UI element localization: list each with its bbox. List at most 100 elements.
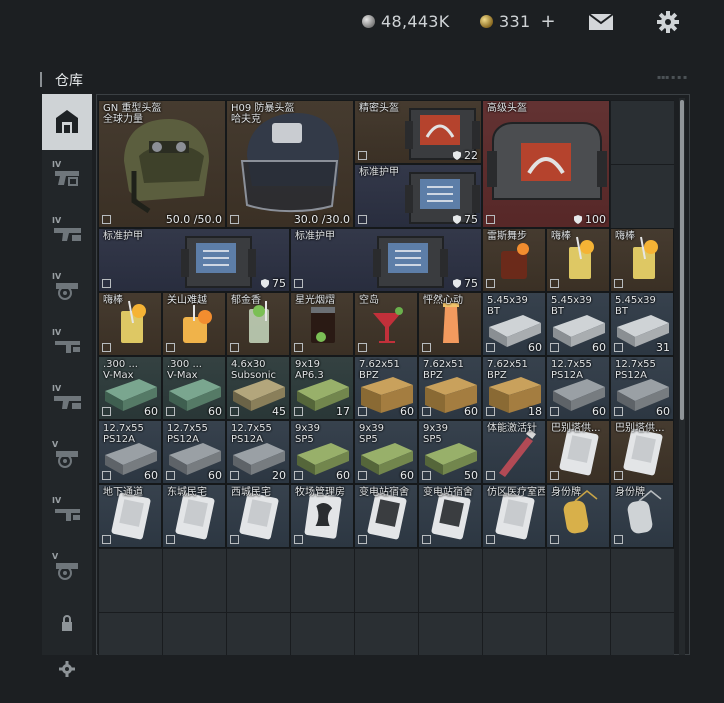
inventory-item[interactable]: 怦然心动: [418, 292, 482, 356]
inventory-item[interactable]: 5.45x39 BT 60: [482, 292, 546, 356]
inventory-item[interactable]: 嗨棒: [98, 292, 162, 356]
item-name: 高级头盔: [487, 103, 527, 114]
item-name: 郁金香: [231, 295, 261, 306]
sidebar-tab-5[interactable]: IV: [42, 375, 92, 431]
inventory-item[interactable]: H09 防暴头盔 哈夫克 30.0 /30.0: [226, 100, 354, 228]
item-name: H09 防暴头盔 哈夫克: [231, 103, 295, 125]
item-name: 4.6x30 Subsonic: [231, 359, 276, 381]
item-count: 60: [400, 405, 414, 418]
scrollbar-thumb[interactable]: [680, 100, 684, 420]
smg-icon: [53, 333, 83, 363]
item-name: 5.45x39 BT: [615, 295, 656, 317]
gear-icon[interactable]: [654, 9, 682, 35]
inventory-item[interactable]: .300 ... V-Max 60: [162, 356, 226, 420]
inventory-item[interactable]: 身份牌: [546, 484, 610, 548]
inventory-item[interactable]: 7.62x51 BPZ 18: [482, 356, 546, 420]
inventory-item[interactable]: 标准护甲 75: [98, 228, 290, 292]
inventory-item[interactable]: 西城民宅: [226, 484, 290, 548]
gold-coin-icon: [480, 14, 493, 28]
inventory-item[interactable]: 4.6x30 Subsonic 45: [226, 356, 290, 420]
inventory-item[interactable]: 12.7x55 PS12A 60: [610, 356, 674, 420]
inventory-item[interactable]: 郁金香: [226, 292, 290, 356]
sidebar-tab-1[interactable]: IV: [42, 151, 92, 207]
inventory-item[interactable]: 关山难越: [162, 292, 226, 356]
shield-icon: [261, 279, 269, 288]
inventory-item[interactable]: 12.7x55 PS12A 20: [226, 420, 290, 484]
sidebar-tab-6[interactable]: V: [42, 431, 92, 487]
mail-icon[interactable]: [587, 9, 615, 35]
inventory-item[interactable]: 嗨棒: [546, 228, 610, 292]
inventory-item[interactable]: 7.62x51 BPZ 60: [418, 356, 482, 420]
tab-tier-label: IV: [52, 216, 62, 225]
inventory-item[interactable]: 东城民宅: [162, 484, 226, 548]
inventory-item[interactable]: 体能激活针: [482, 420, 546, 484]
inventory-item[interactable]: 7.62x51 BPZ 60: [354, 356, 418, 420]
sidebar-tab-8[interactable]: V: [42, 543, 92, 599]
inventory-item[interactable]: 空岛: [354, 292, 418, 356]
inventory-item[interactable]: 5.45x39 BT 31: [610, 292, 674, 356]
inventory-item[interactable]: 嗨棒: [610, 228, 674, 292]
item-count: 50.0 /50.0: [166, 213, 222, 226]
inventory-item[interactable]: 9x19 AP6.3 17: [290, 356, 354, 420]
inventory-item[interactable]: 12.7x55 PS12A 60: [546, 356, 610, 420]
inventory-item[interactable]: 12.7x55 PS12A 60: [98, 420, 162, 484]
sidebar-tab-3[interactable]: IV: [42, 263, 92, 319]
page-title: 仓库: [55, 73, 83, 89]
item-count: 30.0 /30.0: [294, 213, 350, 226]
item-count: 31: [656, 341, 670, 354]
item-count: 60: [144, 405, 158, 418]
inventory-item[interactable]: 牧场管理房: [290, 484, 354, 548]
rifle-icon: [53, 221, 83, 251]
inventory-item[interactable]: 12.7x55 PS12A 60: [162, 420, 226, 484]
inventory-item[interactable]: 9x39 SP5 60: [290, 420, 354, 484]
bind-icon: [230, 471, 239, 480]
inventory-item[interactable]: 巴别塔供...: [610, 420, 674, 484]
add-coins-button[interactable]: +: [540, 11, 555, 32]
inventory-item[interactable]: 身份牌: [610, 484, 674, 548]
inventory-item[interactable]: .300 ... V-Max 60: [98, 356, 162, 420]
bind-icon: [486, 215, 495, 224]
inventory-item[interactable]: GN 重型头盔 全球力量 50.0 /50.0: [98, 100, 226, 228]
tab-tier-label: IV: [52, 272, 62, 281]
item-name: 7.62x51 BPZ: [487, 359, 528, 381]
inventory-item[interactable]: 5.45x39 BT 60: [546, 292, 610, 356]
item-name: 9x39 SP5: [295, 423, 321, 445]
inventory-item[interactable]: 巴别塔供...: [546, 420, 610, 484]
item-name: 5.45x39 BT: [551, 295, 592, 317]
inventory-item[interactable]: 标准护甲 75: [354, 164, 482, 228]
inventory-item[interactable]: 精密头盔 22: [354, 100, 482, 164]
bind-icon: [550, 407, 559, 416]
roubles-balance[interactable]: 48,443K: [362, 10, 450, 32]
bind-icon: [230, 215, 239, 224]
sidebar-tab-10[interactable]: [42, 647, 92, 703]
coins-amount: 331: [499, 11, 531, 31]
item-name: GN 重型头盔 全球力量: [103, 103, 162, 125]
sidebar-tab-0[interactable]: [42, 94, 92, 150]
inventory-item[interactable]: 高级头盔 100: [482, 100, 610, 228]
inventory-item[interactable]: 标准护甲 75: [290, 228, 482, 292]
inventory-item[interactable]: 星光烟熠: [290, 292, 354, 356]
inventory-item[interactable]: 9x39 SP5 60: [354, 420, 418, 484]
item-count: 60: [336, 469, 350, 482]
bind-icon: [550, 471, 559, 480]
inventory-item[interactable]: 变电站宿舍: [418, 484, 482, 548]
item-name: 西城民宅: [231, 487, 271, 498]
bind-icon: [614, 471, 623, 480]
inventory-item[interactable]: 雷斯舞步: [482, 228, 546, 292]
item-name: 嗨棒: [551, 231, 571, 242]
sidebar-tab-7[interactable]: IV: [42, 487, 92, 543]
inventory-item[interactable]: 变电站宿舍: [354, 484, 418, 548]
item-name: .300 ... V-Max: [167, 359, 202, 381]
inventory-item[interactable]: 地下通道: [98, 484, 162, 548]
count-value: 17: [336, 405, 350, 418]
bind-icon: [102, 407, 111, 416]
item-name: 关山难越: [167, 295, 207, 306]
coins-balance[interactable]: 331 +: [480, 10, 556, 32]
count-value: 45: [272, 405, 286, 418]
inventory-item[interactable]: 9x39 SP5 50: [418, 420, 482, 484]
sidebar-tab-4[interactable]: IV: [42, 319, 92, 375]
item-count: 17: [336, 405, 350, 418]
count-value: 60: [400, 405, 414, 418]
sidebar-tab-2[interactable]: IV: [42, 207, 92, 263]
inventory-item[interactable]: 仿区医疗室西: [482, 484, 546, 548]
